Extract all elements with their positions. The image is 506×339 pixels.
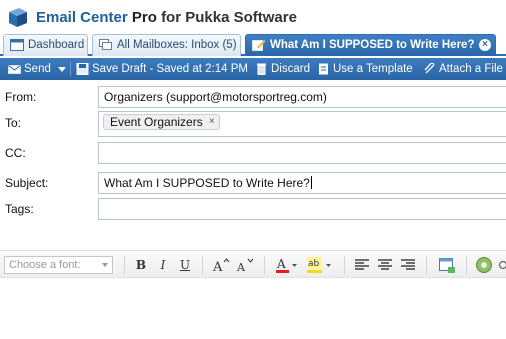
template-icon — [319, 63, 328, 75]
link-icon[interactable] — [497, 258, 506, 272]
svg-text:A: A — [236, 261, 246, 273]
to-field[interactable]: Event Organizers × — [98, 111, 506, 137]
font-color-icon[interactable]: A — [275, 256, 299, 274]
tab-strip: Dashboard All Mailboxes: Inbox (5) What … — [0, 34, 506, 56]
app-owner: for Pukka Software — [161, 9, 297, 26]
compose-icon — [252, 40, 266, 51]
compose-toolbar: Send Save Draft - Saved at 2:14 PM Disca… — [0, 58, 506, 80]
from-select[interactable]: Organizers (support@motorsportreg.com) — [98, 86, 506, 108]
align-center-icon[interactable] — [377, 258, 393, 272]
app-titlebar: Email Center Pro for Pukka Software — [0, 0, 506, 34]
trash-icon — [257, 63, 266, 75]
tab-label: What Am I SUPPOSED to Write Here? — [270, 39, 475, 51]
bold-button[interactable]: B — [134, 257, 148, 273]
toolbar-separator — [70, 62, 71, 76]
from-label: From: — [5, 90, 37, 104]
mailboxes-icon — [99, 39, 112, 50]
svg-text:A: A — [212, 260, 223, 273]
send-label: Send — [24, 63, 51, 75]
tab-compose-message[interactable]: What Am I SUPPOSED to Write Here? × — [245, 34, 496, 56]
attach-file-button[interactable]: Attach a File — [421, 58, 503, 80]
paperclip-icon — [424, 63, 435, 74]
discard-label: Discard — [271, 63, 310, 75]
decrease-font-size-icon[interactable]: A — [236, 257, 254, 273]
insert-table-icon[interactable] — [438, 256, 456, 274]
tags-field[interactable] — [98, 198, 506, 220]
subject-field[interactable]: What Am I SUPPOSED to Write Here? — [98, 172, 506, 194]
tab-label: All Mailboxes: Inbox (5) — [117, 39, 237, 51]
cc-label: CC: — [5, 146, 26, 160]
text-caret — [310, 176, 312, 189]
subject-value: What Am I SUPPOSED to Write Here? — [104, 176, 312, 190]
app-name: Email Center — [36, 9, 128, 26]
tab-all-mailboxes[interactable]: All Mailboxes: Inbox (5) — [92, 34, 241, 56]
italic-button[interactable]: I — [156, 257, 170, 273]
editor-separator — [466, 256, 467, 274]
editor-separator — [124, 256, 125, 274]
recipient-token[interactable]: Event Organizers × — [103, 114, 220, 130]
tab-dashboard[interactable]: Dashboard — [3, 34, 88, 56]
cc-field[interactable] — [98, 142, 506, 164]
highlight-color-icon[interactable]: ab — [306, 256, 334, 274]
font-select-placeholder: Choose a font: — [9, 259, 81, 271]
save-icon — [76, 63, 89, 75]
editor-separator — [344, 256, 345, 274]
tab-label: Dashboard — [28, 39, 85, 51]
increase-font-size-icon[interactable]: A — [212, 257, 230, 273]
chevron-down-icon — [102, 263, 108, 267]
message-body-editor[interactable] — [0, 279, 506, 339]
close-tab-icon[interactable]: × — [479, 39, 491, 51]
subject-label: Subject: — [5, 176, 49, 190]
from-value: Organizers (support@motorsportreg.com) — [104, 90, 327, 104]
save-draft-label: Save Draft - Saved at 2:14 PM — [92, 63, 248, 75]
dashboard-icon — [10, 39, 24, 51]
editor-separator — [264, 256, 265, 274]
to-label: To: — [5, 116, 22, 130]
use-template-button[interactable]: Use a Template — [315, 58, 413, 80]
subject-text: What Am I SUPPOSED to Write Here? — [104, 176, 310, 190]
attach-file-label: Attach a File — [439, 63, 503, 75]
send-icon — [8, 65, 21, 74]
recipient-token-label: Event Organizers — [110, 115, 203, 129]
editor-toolbar: Choose a font: B I U A A A ab — [0, 250, 506, 278]
save-draft-button[interactable]: Save Draft - Saved at 2:14 PM — [74, 58, 248, 80]
remove-recipient-icon[interactable]: × — [209, 115, 215, 129]
send-button[interactable]: Send — [6, 58, 51, 80]
editor-separator — [426, 256, 427, 274]
font-select[interactable]: Choose a font: — [4, 256, 113, 274]
svg-text:ab: ab — [308, 259, 320, 269]
editor-separator — [202, 256, 203, 274]
app-edition: Pro — [131, 9, 157, 26]
align-left-icon[interactable] — [354, 258, 370, 272]
align-right-icon[interactable] — [400, 258, 416, 272]
send-dropdown-icon[interactable] — [58, 67, 66, 72]
app-title: Email Center Pro for Pukka Software — [36, 9, 297, 26]
email-center-logo-icon — [9, 8, 27, 27]
tags-label: Tags: — [5, 202, 34, 216]
insert-image-icon[interactable] — [475, 256, 493, 274]
use-template-label: Use a Template — [333, 63, 413, 75]
svg-text:A: A — [276, 257, 286, 271]
discard-button[interactable]: Discard — [253, 58, 310, 80]
underline-button[interactable]: U — [178, 257, 192, 273]
